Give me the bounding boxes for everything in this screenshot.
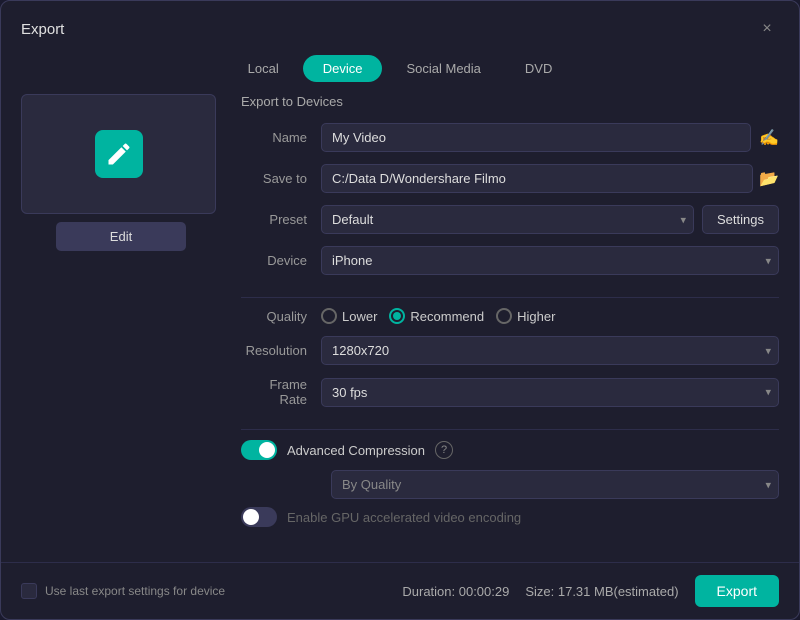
save-to-label: Save to bbox=[241, 171, 321, 186]
resolution-label: Resolution bbox=[241, 343, 321, 358]
folder-icon[interactable]: 📂 bbox=[759, 169, 779, 189]
path-row: 📂 bbox=[321, 164, 779, 193]
gpu-label: Enable GPU accelerated video encoding bbox=[287, 510, 521, 525]
quality-row: Quality Lower Recommend Higher bbox=[241, 308, 779, 324]
path-input[interactable] bbox=[321, 164, 753, 193]
preset-row: Preset Default ▾ Settings bbox=[241, 205, 779, 234]
footer: Use last export settings for device Dura… bbox=[1, 562, 799, 619]
gpu-toggle[interactable] bbox=[241, 507, 277, 527]
quality-recommend-radio[interactable] bbox=[389, 308, 405, 324]
resolution-row: Resolution 1280x720 ▾ bbox=[241, 336, 779, 365]
edit-button[interactable]: Edit bbox=[56, 222, 186, 251]
quality-recommend-option[interactable]: Recommend bbox=[389, 308, 484, 324]
preset-select-wrapper: Default ▾ bbox=[321, 205, 694, 234]
last-settings-checkbox[interactable] bbox=[21, 583, 37, 599]
section-title: Export to Devices bbox=[241, 94, 779, 109]
gpu-row: Enable GPU accelerated video encoding bbox=[241, 507, 779, 527]
quality-higher-label: Higher bbox=[517, 309, 555, 324]
resolution-select[interactable]: 1280x720 bbox=[321, 336, 779, 365]
advanced-compression-help-icon[interactable]: ? bbox=[435, 441, 453, 459]
tab-device[interactable]: Device bbox=[303, 55, 383, 82]
save-to-row: Save to 📂 bbox=[241, 164, 779, 193]
right-panel: Export to Devices Name ✍ Save to 📂 Pre bbox=[241, 94, 779, 562]
name-label: Name bbox=[241, 130, 321, 145]
device-label: Device bbox=[241, 253, 321, 268]
quality-higher-option[interactable]: Higher bbox=[496, 308, 555, 324]
last-settings-label: Use last export settings for device bbox=[45, 584, 225, 598]
export-dialog: Export × Local Device Social Media DVD E… bbox=[0, 0, 800, 620]
close-button[interactable]: × bbox=[755, 17, 779, 41]
tab-social-media[interactable]: Social Media bbox=[386, 55, 500, 82]
ai-icon[interactable]: ✍ bbox=[759, 128, 779, 148]
advanced-compression-toggle[interactable] bbox=[241, 440, 277, 460]
quality-higher-radio[interactable] bbox=[496, 308, 512, 324]
preset-label: Preset bbox=[241, 212, 321, 227]
frame-rate-select-wrapper: 30 fps ▾ bbox=[321, 378, 779, 407]
preview-box bbox=[21, 94, 216, 214]
device-row: Device iPhone ▾ bbox=[241, 246, 779, 275]
quality-recommend-dot bbox=[393, 312, 401, 320]
name-row: Name ✍ bbox=[241, 123, 779, 152]
by-quality-wrapper: By Quality ▾ bbox=[331, 470, 779, 499]
by-quality-select[interactable]: By Quality bbox=[331, 470, 779, 499]
preset-select[interactable]: Default bbox=[321, 205, 694, 234]
advanced-compression-knob bbox=[259, 442, 275, 458]
name-input[interactable] bbox=[321, 123, 751, 152]
tab-dvd[interactable]: DVD bbox=[505, 55, 572, 82]
name-input-group: ✍ bbox=[321, 123, 779, 152]
advanced-compression-label: Advanced Compression bbox=[287, 443, 425, 458]
frame-rate-select[interactable]: 30 fps bbox=[321, 378, 779, 407]
size-text: Size: 17.31 MB(estimated) bbox=[525, 584, 678, 599]
device-select-wrapper: iPhone ▾ bbox=[321, 246, 779, 275]
device-select[interactable]: iPhone bbox=[321, 246, 779, 275]
tab-local[interactable]: Local bbox=[228, 55, 299, 82]
left-panel: Edit bbox=[21, 94, 221, 562]
quality-lower-option[interactable]: Lower bbox=[321, 308, 377, 324]
tabs-container: Local Device Social Media DVD bbox=[1, 51, 799, 94]
dialog-title: Export bbox=[21, 21, 64, 38]
advanced-compression-row: Advanced Compression ? bbox=[241, 440, 779, 460]
export-button[interactable]: Export bbox=[695, 575, 779, 607]
gpu-toggle-knob bbox=[243, 509, 259, 525]
settings-button[interactable]: Settings bbox=[702, 205, 779, 234]
footer-info: Duration: 00:00:29 Size: 17.31 MB(estima… bbox=[402, 575, 779, 607]
duration-text: Duration: 00:00:29 bbox=[402, 584, 509, 599]
footer-left: Use last export settings for device bbox=[21, 583, 225, 599]
quality-lower-label: Lower bbox=[342, 309, 377, 324]
resolution-select-wrapper: 1280x720 ▾ bbox=[321, 336, 779, 365]
quality-label: Quality bbox=[241, 309, 321, 324]
quality-recommend-label: Recommend bbox=[410, 309, 484, 324]
frame-rate-label: Frame Rate bbox=[241, 377, 321, 407]
divider-1 bbox=[241, 297, 779, 298]
title-bar: Export × bbox=[1, 1, 799, 51]
quality-options: Lower Recommend Higher bbox=[321, 308, 555, 324]
preview-icon bbox=[95, 130, 143, 178]
quality-lower-radio[interactable] bbox=[321, 308, 337, 324]
frame-rate-row: Frame Rate 30 fps ▾ bbox=[241, 377, 779, 407]
divider-2 bbox=[241, 429, 779, 430]
main-content: Edit Export to Devices Name ✍ Save to 📂 bbox=[1, 94, 799, 562]
